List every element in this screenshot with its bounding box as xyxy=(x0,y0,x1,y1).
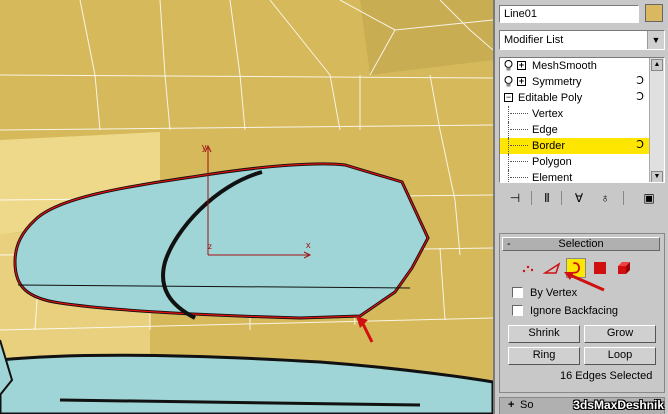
expand-icon: + xyxy=(508,399,515,411)
stack-item-label: MeshSmooth xyxy=(532,60,597,72)
rollout-title: So xyxy=(520,399,534,411)
stack-item-meshsmooth[interactable]: + MeshSmooth xyxy=(500,58,650,74)
configure-modifier-sets-icon[interactable]: ▣ xyxy=(639,188,659,208)
lightbulb-icon[interactable] xyxy=(504,60,513,71)
edge-mode-icon[interactable] xyxy=(542,258,562,278)
gizmo-z-label: z xyxy=(208,242,212,251)
ring-button[interactable]: Ring xyxy=(508,347,580,365)
vertex-mode-icon[interactable] xyxy=(518,258,538,278)
gizmo-x-label: x xyxy=(306,240,311,250)
stack-toolbar: ⊣ Ⅱ ∀ ♁ ▣ xyxy=(499,188,665,210)
stack-item-element[interactable]: Element xyxy=(500,170,650,183)
stack-item-label: Symmetry xyxy=(532,76,582,88)
stack-item-vertex[interactable]: Vertex xyxy=(500,106,650,122)
stack-item-label: Editable Poly xyxy=(518,92,583,104)
modifier-list-label: Modifier List xyxy=(504,34,564,46)
element-mode-icon[interactable] xyxy=(614,258,634,278)
scroll-down-icon[interactable]: ▼ xyxy=(651,171,663,182)
stack-item-polygon[interactable]: Polygon xyxy=(500,154,650,170)
object-name-field[interactable]: Line01 xyxy=(499,5,639,23)
stack-item-edge[interactable]: Edge xyxy=(500,122,650,138)
stack-item-symmetry[interactable]: + Symmetry Ↄ xyxy=(500,74,650,90)
selection-rollout-header[interactable]: - Selection xyxy=(502,237,660,251)
stack-item-label: Edge xyxy=(532,124,558,136)
modifier-stack[interactable]: + MeshSmooth + Symmetry Ↄ − Editable Pol… xyxy=(499,57,665,183)
by-vertex-checkbox[interactable] xyxy=(512,287,523,298)
ignore-backfacing-checkbox[interactable] xyxy=(512,305,523,316)
viewport-canvas[interactable]: y x z xyxy=(0,0,493,414)
rollout-title: Selection xyxy=(558,238,604,250)
stack-item-label: Polygon xyxy=(532,156,572,168)
lightbulb-icon[interactable] xyxy=(504,76,513,87)
make-unique-icon[interactable]: ∀ xyxy=(569,188,589,208)
border-loop-icon: Ↄ xyxy=(636,91,644,103)
collapse-icon: - xyxy=(507,238,511,250)
stack-item-label: Border xyxy=(532,140,566,152)
stack-item-label: Vertex xyxy=(532,108,564,120)
expand-icon[interactable]: + xyxy=(517,61,526,70)
stack-item-editable-poly[interactable]: − Editable Poly Ↄ xyxy=(500,90,650,106)
stack-scrollbar[interactable]: ▲ ▼ xyxy=(649,58,664,182)
pin-stack-icon[interactable]: ⊣ xyxy=(505,188,525,208)
stack-item-border[interactable]: Border Ↄ xyxy=(500,138,650,154)
selection-rollout: - Selection By Vertex Ignore Backfacing … xyxy=(499,233,665,393)
remove-modifier-icon[interactable]: ♁ xyxy=(595,188,615,208)
show-end-result-icon[interactable]: Ⅱ xyxy=(537,188,557,208)
expand-icon[interactable]: + xyxy=(517,77,526,86)
grow-button[interactable]: Grow xyxy=(584,325,656,343)
stack-item-label: Element xyxy=(532,172,573,183)
perspective-viewport[interactable]: y x z xyxy=(0,0,493,414)
gizmo-y-label: y xyxy=(202,142,207,152)
scroll-up-icon[interactable]: ▲ xyxy=(651,59,663,71)
object-color-swatch[interactable] xyxy=(645,4,663,22)
modifier-list-dropdown[interactable]: Modifier List ▼ xyxy=(499,30,665,50)
border-loop-icon: Ↄ xyxy=(636,75,644,87)
by-vertex-label: By Vertex xyxy=(530,287,578,299)
collapse-icon[interactable]: − xyxy=(504,93,513,102)
command-panel: Line01 Modifier List ▼ + MeshSmooth + Sy… xyxy=(493,0,668,414)
ignore-backfacing-label: Ignore Backfacing xyxy=(530,305,619,317)
shrink-button[interactable]: Shrink xyxy=(508,325,580,343)
border-loop-icon: Ↄ xyxy=(636,139,644,151)
chevron-down-icon[interactable]: ▼ xyxy=(647,31,664,49)
watermark: 3dsMaxDeshnik xyxy=(573,398,664,412)
loop-button[interactable]: Loop xyxy=(584,347,656,365)
selection-status: 16 Edges Selected xyxy=(560,370,653,382)
